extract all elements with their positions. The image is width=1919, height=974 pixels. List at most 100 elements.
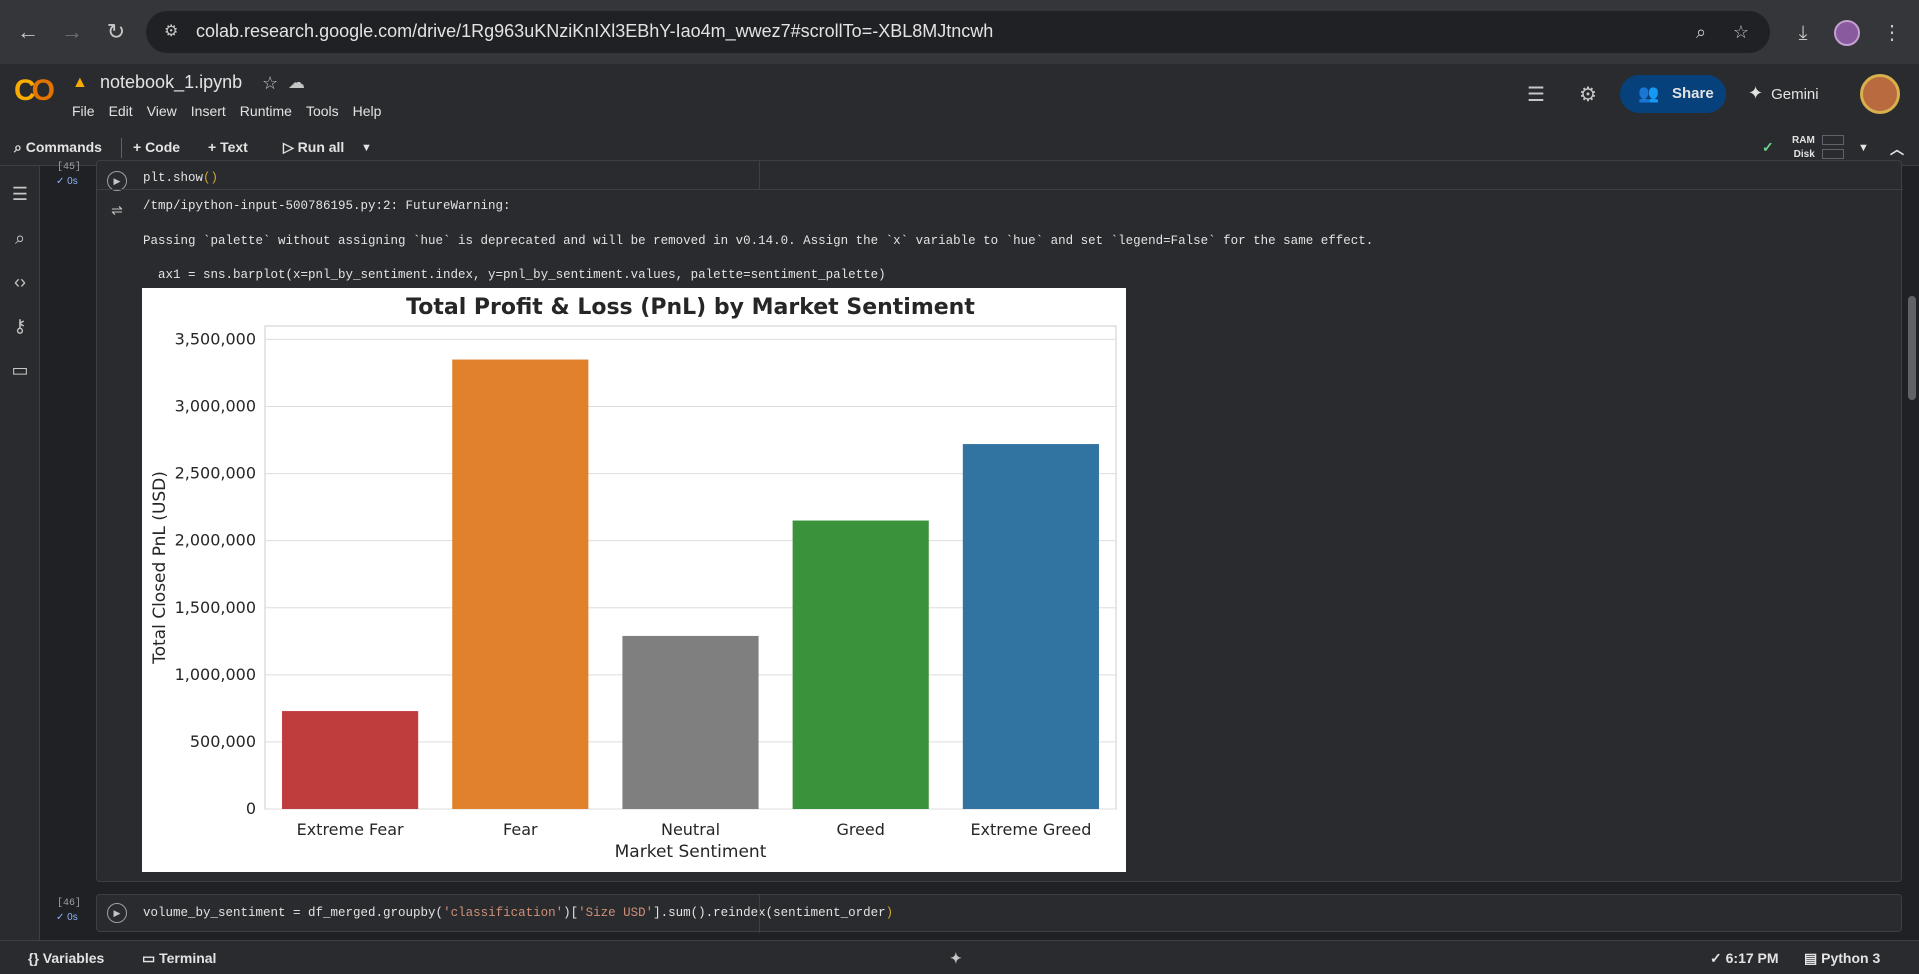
files-folder-icon[interactable]: ▭: [8, 358, 32, 382]
left-sidebar: ☰ ⌕ ‹› ⚷ ▭: [0, 166, 40, 940]
y-tick-label: 2,000,000: [175, 531, 256, 550]
account-avatar[interactable]: [1860, 74, 1900, 114]
zoom-icon[interactable]: ⌕: [1690, 21, 1712, 43]
y-tick-label: 1,500,000: [175, 598, 256, 617]
x-tick-label: Extreme Fear: [297, 820, 404, 839]
gemini-button[interactable]: ✦ Gemini: [1748, 83, 1819, 104]
code-snippets-icon[interactable]: ‹›: [8, 270, 32, 294]
run-cell-icon[interactable]: ▶: [107, 171, 127, 191]
toolbar-divider: [121, 138, 122, 158]
warning-code: ax1 = sns.barplot(x=pnl_by_sentiment.ind…: [143, 268, 886, 282]
comments-icon[interactable]: ☰: [1523, 82, 1549, 108]
menu-file[interactable]: File: [72, 103, 95, 119]
run-cell-icon-2[interactable]: ▶: [107, 903, 127, 923]
y-tick-label: 3,500,000: [175, 329, 256, 348]
ram-bar: [1822, 135, 1844, 145]
x-tick-label: Extreme Greed: [970, 820, 1091, 839]
bar-extreme-fear: [282, 711, 419, 809]
search-icon: ⌕: [14, 139, 26, 155]
status-time[interactable]: ✓ 6:17 PM: [1710, 950, 1779, 967]
run-all-dropdown-icon[interactable]: ▼: [361, 142, 372, 154]
address-bar[interactable]: ⚙ colab.research.google.com/drive/1Rg963…: [146, 11, 1770, 53]
chart-output: 0 500,000 1,000,000 1,500,000 2,000,000 2,500…: [142, 288, 1126, 872]
cell-code-2[interactable]: volume_by_sentiment = df_merged.groupby(…: [143, 906, 893, 920]
runtime-dropdown-icon[interactable]: ▼: [1858, 142, 1869, 154]
add-text-button[interactable]: + Text: [208, 139, 248, 155]
y-tick-label: 0: [246, 799, 256, 818]
settings-gear-icon[interactable]: ⚙: [1575, 82, 1601, 108]
bar-chart: 0 500,000 1,000,000 1,500,000 2,000,000 2,500…: [150, 295, 1117, 862]
y-tick-label: 1,000,000: [175, 665, 256, 684]
reload-icon[interactable]: ↻: [102, 18, 130, 46]
disk-bar: [1822, 149, 1844, 159]
browser-menu-icon[interactable]: ⋮: [1877, 18, 1907, 48]
x-tick-label: Neutral: [661, 820, 720, 839]
exec-status: ✓ 0s: [56, 176, 78, 187]
y-tick-label: 3,000,000: [175, 397, 256, 416]
bar-greed: [792, 520, 929, 809]
browser-profile-avatar[interactable]: [1834, 20, 1860, 46]
url-text[interactable]: colab.research.google.com/drive/1Rg963uK…: [196, 21, 993, 42]
ram-disk-indicator[interactable]: RAM Disk: [1792, 134, 1815, 162]
play-icon: ▷: [283, 139, 298, 155]
download-icon[interactable]: ⤓: [1788, 18, 1818, 48]
terminal-icon: ▭: [142, 950, 160, 966]
warning-header: /tmp/ipython-input-500786195.py:2: Futur…: [143, 199, 511, 213]
forward-icon[interactable]: →: [58, 18, 86, 46]
cell-code[interactable]: plt.show(): [143, 171, 218, 185]
add-code-button[interactable]: + Code: [133, 139, 180, 155]
bar-fear: [452, 359, 589, 809]
bar-extreme-greed: [962, 444, 1099, 809]
code-cell-2[interactable]: ▶ volume_by_sentiment = df_merged.groupb…: [96, 894, 1902, 933]
bar-neutral: [622, 635, 759, 809]
output-menu-icon[interactable]: ⇌: [107, 201, 127, 221]
exec-status-2: ✓ 0s: [56, 912, 78, 923]
browser-top-bar: ← → ↻ ⚙ colab.research.google.com/drive/…: [0, 0, 1919, 64]
x-axis-label: Market Sentiment: [615, 842, 767, 862]
share-label: Share: [1672, 85, 1714, 102]
output-divider: [97, 189, 1903, 190]
gemini-status-icon[interactable]: ✦: [950, 950, 962, 967]
site-info-icon[interactable]: ⚙: [164, 21, 186, 43]
find-icon[interactable]: ⌕: [8, 226, 32, 250]
notebook-name[interactable]: notebook_1.ipynb: [100, 72, 242, 93]
exec-count-2: [46]: [57, 898, 82, 909]
run-all-button[interactable]: ▷ Run all: [283, 139, 344, 156]
people-icon: 👥: [1638, 84, 1660, 103]
notebook-content[interactable]: [45] ✓ 0s ▶ plt.show() ⇌ /tmp/ipython-in…: [40, 160, 1919, 940]
menu-insert[interactable]: Insert: [191, 103, 226, 119]
warning-text: Passing `palette` without assigning `hue…: [143, 234, 1374, 248]
code-divider-2: [759, 895, 760, 933]
menu-tools[interactable]: Tools: [306, 103, 339, 119]
cloud-icon: ☁: [288, 73, 305, 92]
terminal-button[interactable]: ▭ Terminal: [142, 950, 216, 967]
menu-edit[interactable]: Edit: [109, 103, 133, 119]
colab-logo[interactable]: CO: [14, 76, 56, 106]
braces-icon: {}: [28, 950, 43, 966]
star-icon[interactable]: ☆: [262, 73, 278, 94]
y-axis-label: Total Closed PnL (USD): [150, 471, 170, 665]
share-button[interactable]: 👥 Share: [1620, 75, 1726, 113]
menu-runtime[interactable]: Runtime: [240, 103, 292, 119]
chart-title: Total Profit & Loss (PnL) by Market Sent…: [406, 295, 975, 320]
drive-icon: ▲: [72, 74, 88, 91]
connected-check-icon: ✓: [1762, 139, 1774, 155]
back-icon[interactable]: ←: [14, 18, 42, 46]
code-divider: [759, 161, 760, 189]
scrollbar[interactable]: [1908, 296, 1916, 400]
runtime-type[interactable]: ▤ Python 3: [1804, 950, 1880, 967]
commands-button[interactable]: ⌕ Commands: [14, 139, 102, 156]
x-tick-label: Greed: [836, 820, 884, 839]
table-of-contents-icon[interactable]: ☰: [8, 182, 32, 206]
secrets-key-icon[interactable]: ⚷: [8, 314, 32, 338]
collapse-chevron-icon[interactable]: ︿: [1890, 139, 1904, 159]
exec-count: [45]: [57, 162, 82, 173]
status-bar: {} Variables ▭ Terminal ✦ ✓ 6:17 PM ▤ Py…: [0, 940, 1919, 974]
variables-button[interactable]: {} Variables: [28, 950, 104, 966]
menu-view[interactable]: View: [147, 103, 177, 119]
bookmark-star-icon[interactable]: ☆: [1730, 21, 1752, 43]
gemini-sparkle-icon: ✦: [1748, 83, 1764, 103]
y-tick-label: 2,500,000: [175, 464, 256, 483]
check-icon: ✓: [1710, 950, 1726, 966]
menu-help[interactable]: Help: [353, 103, 382, 119]
